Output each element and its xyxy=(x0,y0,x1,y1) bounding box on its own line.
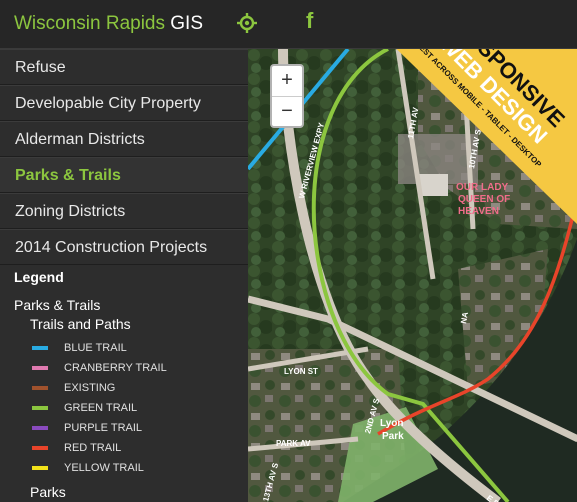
top-bar: Wisconsin Rapids GIS f xyxy=(0,0,577,49)
app-title-main: Wisconsin Rapids xyxy=(14,13,165,34)
menu-item[interactable]: Refuse xyxy=(0,49,248,85)
legend-item: CRANBERRY TRAIL xyxy=(32,358,234,378)
layer-menu: Refuse Developable City Property Alderman … xyxy=(0,49,248,265)
legend-panel: Legend Parks & Trails Trails and Paths B… xyxy=(0,265,248,502)
map-view[interactable]: W RIVERVIEW EXPY 11TH AV 10TH AV S NA LY… xyxy=(248,49,577,502)
app-title: Wisconsin Rapids GIS xyxy=(14,13,203,35)
legend-item: PURPLE TRAIL xyxy=(32,418,234,438)
legend-item: YELLOW TRAIL xyxy=(32,458,234,478)
legend-item-label: EXISTING xyxy=(64,382,116,394)
legend-item: RED TRAIL xyxy=(32,438,234,458)
legend-swatch xyxy=(32,406,48,410)
menu-item[interactable]: Alderman Districts xyxy=(0,121,248,157)
label-lyon-st: LYON ST xyxy=(284,367,318,376)
legend-item: EXISTING xyxy=(32,378,234,398)
facebook-icon[interactable]: f xyxy=(306,8,313,34)
label-park-av: PARK AV xyxy=(276,439,311,448)
legend-item-label: GREEN TRAIL xyxy=(64,402,138,414)
legend-group2-title: Parks xyxy=(30,484,66,500)
app-title-suffix: GIS xyxy=(170,13,204,34)
legend-item-label: PURPLE TRAIL xyxy=(64,422,143,434)
legend-swatch xyxy=(32,446,48,450)
label-lyon-park-1: Lyon xyxy=(380,418,404,429)
legend-swatch xyxy=(32,366,48,370)
menu-item[interactable]: Zoning Districts xyxy=(0,193,248,229)
label-church-2: QUEEN OF xyxy=(458,194,510,205)
legend-item-label: CRANBERRY TRAIL xyxy=(64,362,167,374)
label-church-1: OUR LADY xyxy=(456,182,509,193)
crosshair-icon[interactable] xyxy=(236,12,258,34)
church-building xyxy=(418,174,448,196)
menu-item[interactable]: 2014 Construction Projects xyxy=(0,229,248,265)
menu-item[interactable]: Parks & Trails xyxy=(0,157,248,193)
legend-items: BLUE TRAIL CRANBERRY TRAIL EXISTING GREEN T… xyxy=(14,338,234,478)
legend-item-label: YELLOW TRAIL xyxy=(64,462,144,474)
legend-swatch xyxy=(32,466,48,470)
legend-title: Legend xyxy=(14,269,64,285)
legend-item: GREEN TRAIL xyxy=(32,398,234,418)
legend-group-title: Parks & Trails xyxy=(14,297,101,313)
legend-swatch xyxy=(32,386,48,390)
label-lyon-park-2: Park xyxy=(382,431,404,442)
legend-item-label: BLUE TRAIL xyxy=(64,342,127,354)
menu-item[interactable]: Developable City Property xyxy=(0,85,248,121)
zoom-control: + − xyxy=(270,64,304,128)
label-church-3: HEAVEN xyxy=(458,206,499,217)
legend-subgroup-title: Trails and Paths xyxy=(30,316,131,332)
legend-item: BLUE TRAIL xyxy=(32,338,234,358)
legend-swatch xyxy=(32,426,48,430)
legend-swatch xyxy=(32,346,48,350)
sidebar: Refuse Developable City Property Alderman … xyxy=(0,49,248,502)
zoom-in-button[interactable]: + xyxy=(272,66,302,97)
zoom-out-button[interactable]: − xyxy=(272,97,302,127)
legend-item-label: RED TRAIL xyxy=(64,442,122,454)
